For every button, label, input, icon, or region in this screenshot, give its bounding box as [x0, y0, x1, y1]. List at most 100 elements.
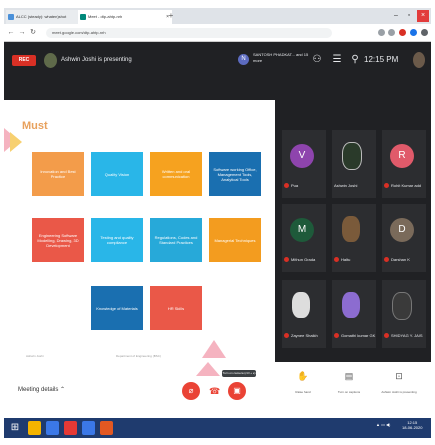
participant-name: Darshan K	[391, 257, 410, 262]
url-field[interactable]: meet.google.com/dtp-ahtp-nrh	[46, 28, 332, 38]
taskbar-date: 18-06-2020	[402, 425, 423, 430]
slide-footer: Ashwin Joshi	[26, 354, 44, 358]
present-button[interactable]: ⊡ Ashwin Joshi is presenting	[377, 370, 421, 395]
menu-icon[interactable]	[421, 29, 428, 36]
slide-tile: Quality Vision	[91, 152, 143, 196]
browser-tab-active[interactable]: Meet - dtp-ahtp-nrh ×	[78, 10, 172, 24]
mic-off-icon	[334, 257, 339, 263]
forward-icon[interactable]: →	[17, 27, 27, 39]
participant-tile[interactable]: D Darshan K	[382, 204, 426, 272]
word-icon[interactable]	[82, 421, 95, 435]
maximize-icon[interactable]: ▫	[403, 10, 415, 22]
camera-off-button[interactable]: ▣	[228, 382, 246, 400]
extension-icon[interactable]	[410, 29, 417, 36]
taskbar-app-icon[interactable]	[46, 421, 59, 435]
self-avatar[interactable]	[413, 52, 425, 68]
action-label: Raise hand	[295, 390, 311, 394]
system-tray[interactable]: ▲ ▭ ◀)	[376, 422, 390, 427]
meeting-details-label: Meeting details	[18, 387, 59, 393]
mic-off-icon	[384, 257, 389, 263]
mic-off-icon	[284, 333, 289, 339]
participant-tile[interactable]: SHIDYAG Y. JAIS	[382, 280, 426, 348]
avatar: N	[238, 54, 249, 65]
participant-name-row: Haltu	[334, 257, 386, 263]
mic-off-button[interactable]: ⌀	[182, 382, 200, 400]
presenter-avatar	[44, 53, 57, 68]
reload-icon[interactable]: ↻	[28, 27, 38, 39]
participant-summary: SANTOSH PHADKAT... and 15 more	[253, 52, 309, 63]
activities-icon[interactable]: ⚲	[349, 53, 361, 67]
participant-name: Zaynee Shaikh	[291, 333, 318, 338]
browser-tab-bar: ALCC (steady): whaten)shot × Meet - dtp-…	[4, 8, 431, 24]
participant-name-row: SHIDYAG Y. JAIS	[384, 333, 435, 339]
slide-tile: Innovation and Best Practice	[32, 152, 84, 196]
action-label: Turn on captions	[337, 390, 361, 394]
slide-tile: Testing and quality compliance	[91, 218, 143, 262]
participant-name-row: Mithun Grada	[284, 257, 336, 263]
browser-tab[interactable]: ALCC (steady): whaten)shot ×	[6, 10, 86, 24]
chevron-up-icon: ⌃	[60, 387, 66, 393]
slide-tile: HR Skills	[150, 286, 202, 330]
mic-off-icon	[284, 257, 289, 263]
screen: ALCC (steady): whaten)shot × Meet - dtp-…	[0, 0, 435, 445]
windows-start-icon[interactable]: ⊞	[8, 421, 22, 435]
participant-tile[interactable]: M Mithun Grada	[282, 204, 326, 272]
participant-name-row: Zaynee Shaikh	[284, 333, 336, 339]
slide-tile: Written and oral communication	[150, 152, 202, 196]
tab-title: Meet - dtp-ahtp-nrh	[88, 14, 123, 19]
participant-tile[interactable]: Gomathi kumar GK	[332, 280, 376, 348]
meeting-details-button[interactable]: Meeting details ⌃	[18, 386, 65, 393]
captions-icon: ▤	[344, 371, 354, 381]
participant-photo	[292, 292, 310, 318]
mic-off-icon	[384, 183, 389, 189]
participant-tile[interactable]: R Rohit Kumar add	[382, 130, 426, 198]
avatar: R	[390, 144, 414, 168]
camera-icon[interactable]	[378, 29, 385, 36]
tooltip: Turn on camera (ctrl + e)	[222, 370, 256, 377]
back-icon[interactable]: ←	[6, 27, 16, 39]
mic-off-icon	[284, 183, 289, 189]
chat-icon[interactable]: ☰	[331, 53, 343, 67]
captions-button[interactable]: ▤ Turn on captions	[327, 370, 371, 395]
participant-name: Mithun Grada	[291, 257, 316, 262]
participant-name: Gomathi kumar GK	[341, 333, 376, 338]
participant-name-row: Rohit Kumar add	[384, 183, 435, 189]
avatar: D	[390, 218, 414, 242]
participant-name: SHIDYAG Y. JAIS	[391, 333, 423, 338]
meet-controls-bar: Meeting details ⌃ ⌀ ☎ ▣ Turn on camera (…	[4, 362, 431, 415]
slide-footer: Department of Engineering (BSC)	[116, 354, 161, 358]
slide-tile: Managerial Techniques	[209, 218, 261, 262]
mic-off-icon	[334, 333, 339, 339]
participant-name-row: Darshan K	[384, 257, 435, 263]
participant-tile[interactable]: Haltu	[332, 204, 376, 272]
people-icon[interactable]: ⚇	[311, 53, 323, 67]
slide-decoration	[10, 132, 22, 152]
raise-hand-button[interactable]: ✋ Raise hand	[281, 370, 325, 395]
extension-icon[interactable]	[399, 29, 406, 36]
slide-decoration	[202, 340, 226, 358]
tab-favicon-icon	[80, 14, 86, 20]
taskbar-app-icon[interactable]	[100, 421, 113, 435]
participant-name-row: Gomathi kumar GK	[334, 333, 386, 339]
chrome-icon[interactable]	[64, 421, 77, 435]
tab-favicon-icon	[8, 14, 14, 20]
participant-tile[interactable]: Ashwin Joshi	[332, 130, 376, 198]
new-tab-icon[interactable]: +	[166, 10, 176, 22]
tab-title: ALCC (steady): whaten)shot	[16, 14, 67, 19]
minimize-icon[interactable]: –	[390, 10, 402, 22]
participant-tile[interactable]: Zaynee Shaikh	[282, 280, 326, 348]
avatar: V	[290, 144, 314, 168]
file-explorer-icon[interactable]	[28, 421, 41, 435]
close-window-icon[interactable]: ×	[417, 10, 429, 22]
meet-top-bar: REC Ashwin Joshi is presenting N SANTOSH…	[4, 42, 431, 82]
participant-tile[interactable]: V Pua	[282, 130, 326, 198]
star-icon[interactable]	[388, 29, 395, 36]
slide-title: Must	[22, 120, 48, 132]
slide-tile: Knowledge of Materials	[91, 286, 143, 330]
recording-badge: REC	[12, 55, 36, 66]
presenting-text: Ashwin Joshi is presenting	[61, 57, 132, 63]
hang-up-icon[interactable]: ☎	[209, 386, 220, 397]
participant-photo	[342, 292, 360, 318]
taskbar-clock[interactable]: 12:15 18-06-2020	[402, 420, 422, 430]
slide-tile: Software working Office, Management Tool…	[209, 152, 261, 196]
